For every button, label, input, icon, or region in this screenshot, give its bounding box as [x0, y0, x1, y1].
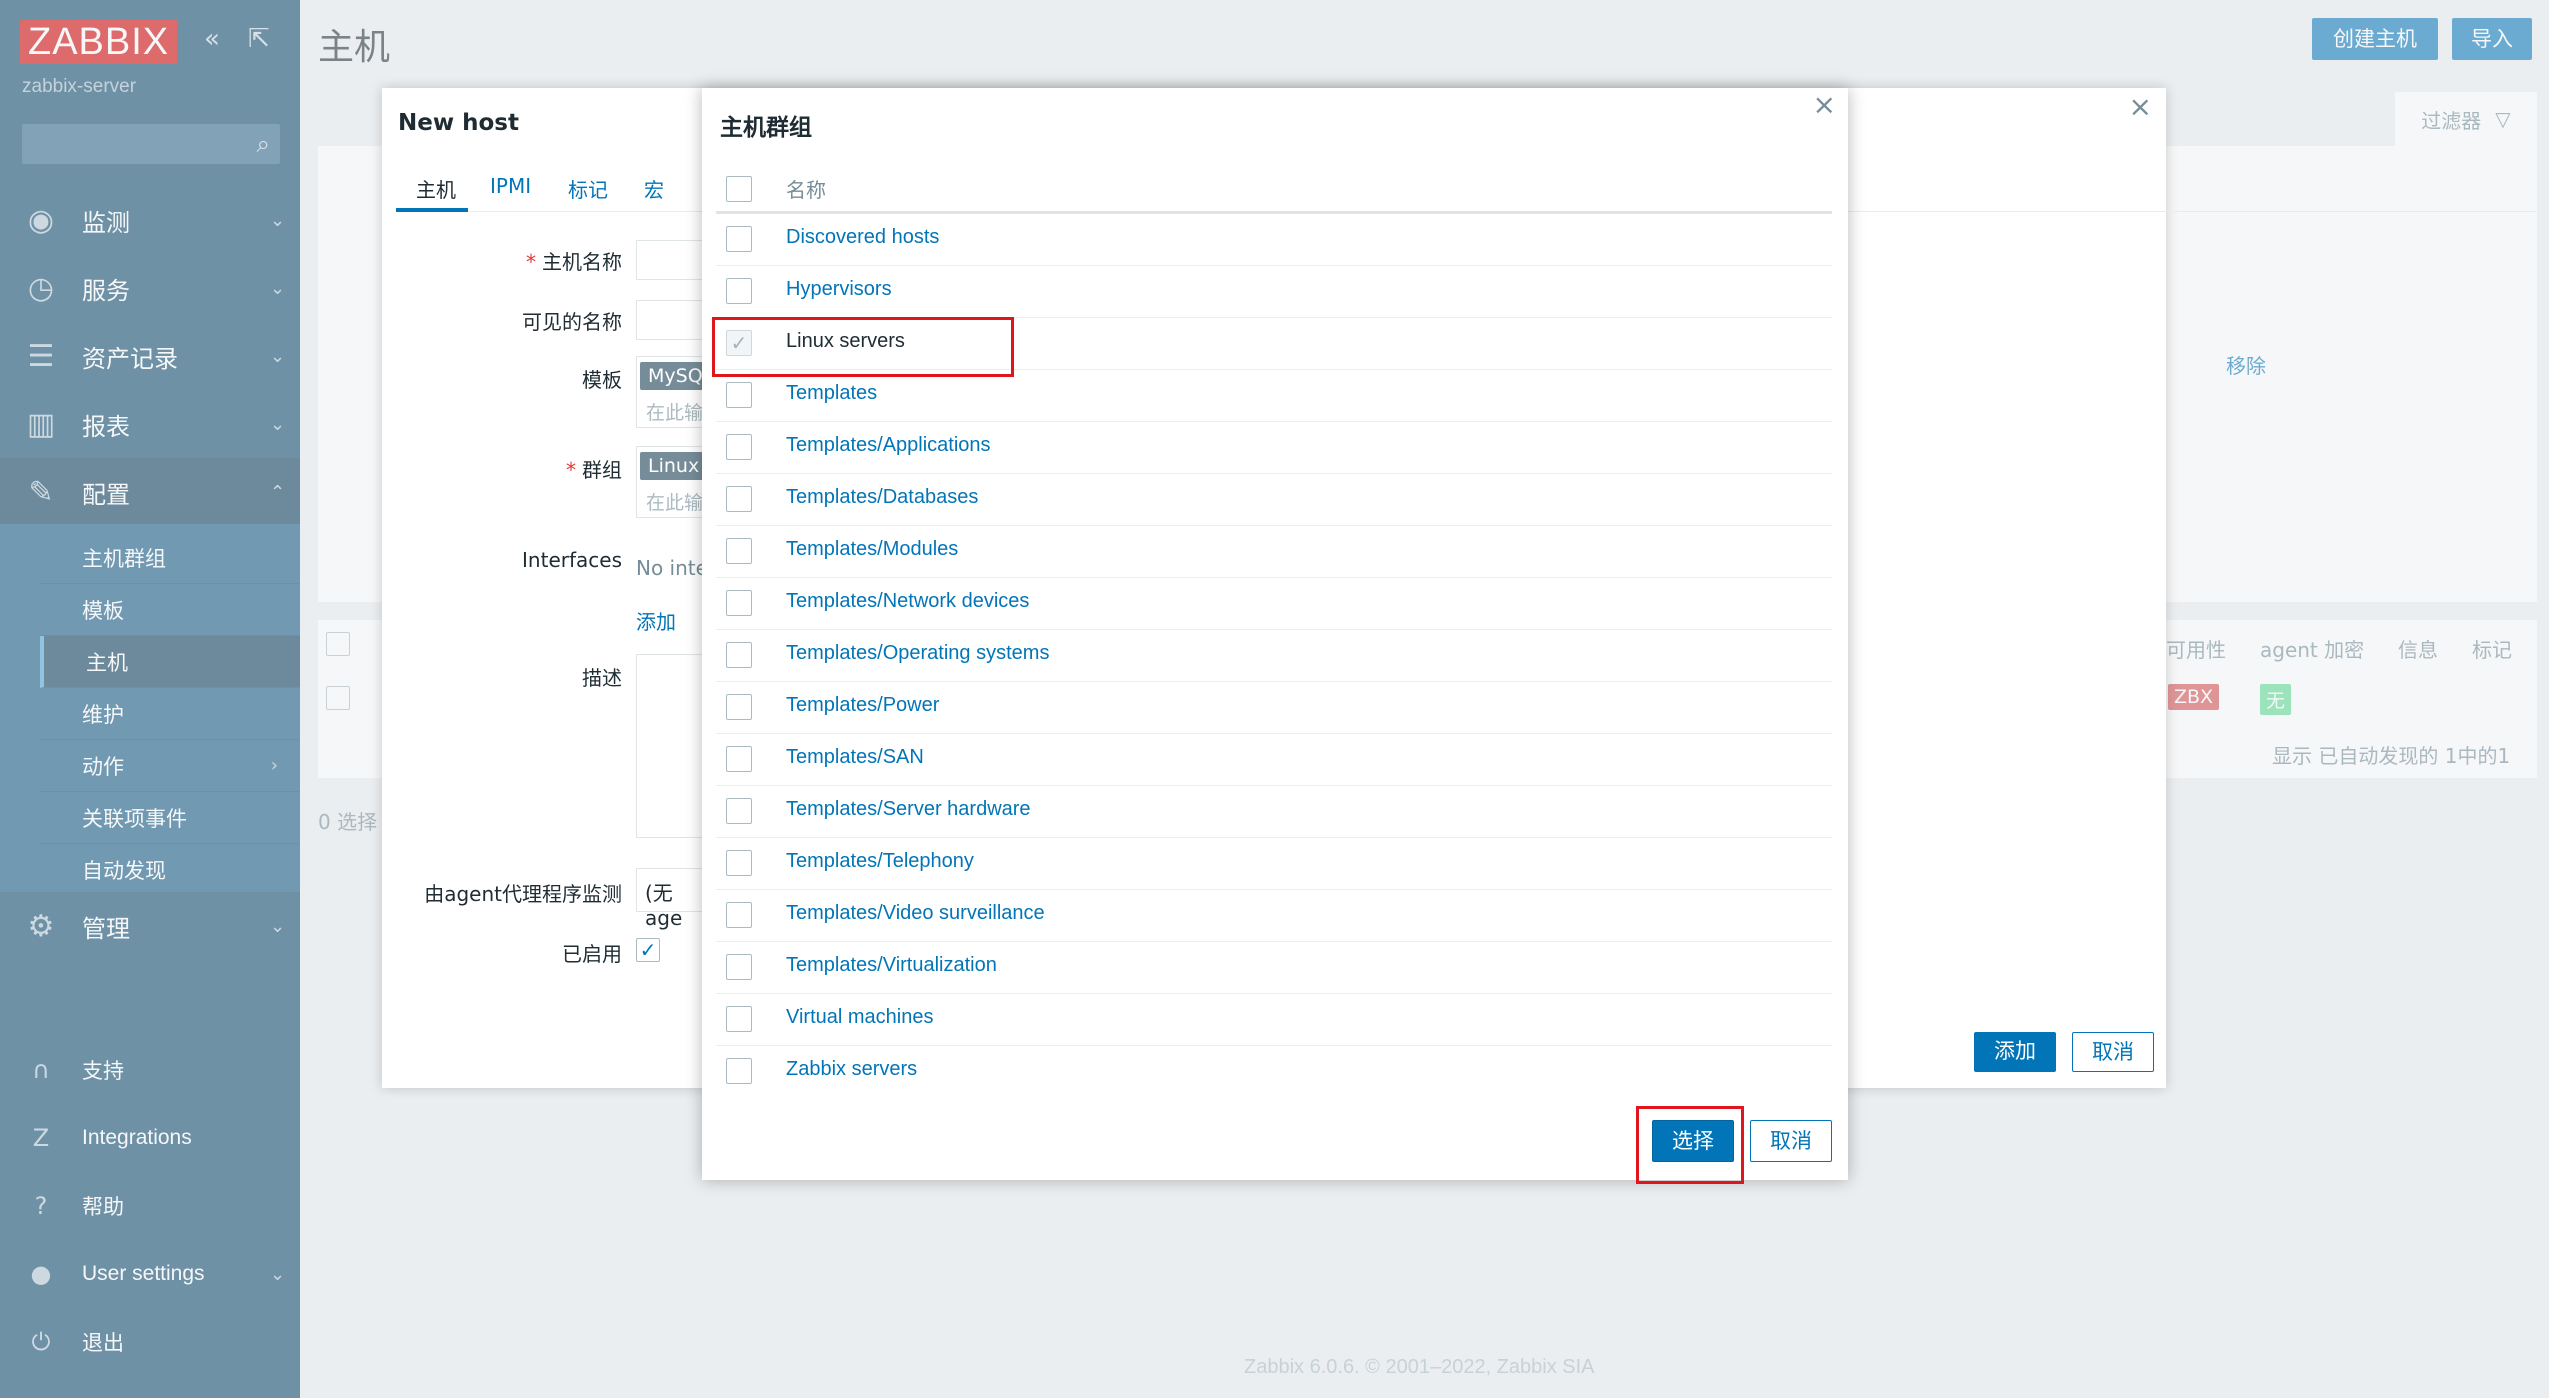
group-row[interactable]: Templates/Applications: [716, 422, 1832, 474]
group-name-link[interactable]: Hypervisors: [786, 278, 892, 301]
add-button[interactable]: 添加: [1974, 1032, 2056, 1072]
group-row[interactable]: Virtual machines: [716, 994, 1832, 1046]
templates-label: 模板: [582, 368, 622, 392]
column-name[interactable]: 名称: [786, 174, 826, 203]
group-name-link[interactable]: Templates/Video surveillance: [786, 902, 1045, 925]
enabled-checkbox[interactable]: ✓: [636, 938, 660, 962]
row-checkbox[interactable]: [726, 486, 752, 512]
group-name-link[interactable]: Templates/Virtualization: [786, 954, 997, 977]
groups-placeholder: 在此输: [646, 492, 704, 514]
group-row[interactable]: Templates/Server hardware: [716, 786, 1832, 838]
group-row[interactable]: Templates/Databases: [716, 474, 1832, 526]
group-name-link[interactable]: Templates/SAN: [786, 746, 924, 769]
group-row[interactable]: Templates/Operating systems: [716, 630, 1832, 682]
group-name-link[interactable]: Discovered hosts: [786, 226, 939, 249]
label-text: 群组: [582, 458, 622, 482]
group-row[interactable]: Templates/Modules: [716, 526, 1832, 578]
description-label: 描述: [582, 666, 622, 690]
host-groups-dialog: 主机群组 × 名称 Discovered hosts Hypervisors ✓…: [702, 88, 1848, 1180]
required-mark: *: [566, 458, 576, 482]
row-checkbox[interactable]: [726, 590, 752, 616]
template-chip[interactable]: MySQ: [640, 362, 711, 390]
dialog-title: 主机群组: [720, 115, 812, 141]
group-name-link[interactable]: Virtual machines: [786, 1006, 933, 1029]
group-row[interactable]: Templates/Virtualization: [716, 942, 1832, 994]
group-name-link[interactable]: Templates/Applications: [786, 434, 991, 457]
cancel-button[interactable]: 取消: [1750, 1120, 1832, 1162]
cancel-button[interactable]: 取消: [2072, 1032, 2154, 1072]
row-checkbox[interactable]: [726, 850, 752, 876]
group-row[interactable]: Hypervisors: [716, 266, 1832, 318]
row-checkbox[interactable]: [726, 278, 752, 304]
group-chip[interactable]: Linux: [640, 452, 708, 480]
tab-macros[interactable]: 宏: [644, 174, 664, 203]
annotation-highlight-select-button: [1636, 1106, 1744, 1184]
add-interface-link[interactable]: 添加: [636, 606, 676, 635]
group-row[interactable]: Templates/SAN: [716, 734, 1832, 786]
templates-placeholder: 在此输: [646, 402, 704, 424]
enabled-label: 已启用: [562, 942, 622, 966]
group-row[interactable]: Templates: [716, 370, 1832, 422]
interfaces-empty-text: No inte: [636, 556, 708, 580]
group-row[interactable]: Discovered hosts: [716, 214, 1832, 266]
row-checkbox[interactable]: [726, 798, 752, 824]
group-row[interactable]: Templates/Video surveillance: [716, 890, 1832, 942]
row-checkbox[interactable]: [726, 694, 752, 720]
host-name-label: * 主机名称: [382, 246, 622, 275]
row-checkbox[interactable]: [726, 382, 752, 408]
row-checkbox[interactable]: [726, 1058, 752, 1084]
visible-name-label: 可见的名称: [522, 310, 622, 334]
close-icon[interactable]: ×: [2129, 90, 2152, 123]
row-checkbox[interactable]: [726, 902, 752, 928]
row-checkbox[interactable]: [726, 226, 752, 252]
group-name-link[interactable]: Templates/Modules: [786, 538, 958, 561]
active-tab-indicator: [396, 208, 468, 212]
row-checkbox[interactable]: [726, 1006, 752, 1032]
row-checkbox[interactable]: [726, 538, 752, 564]
group-name-link[interactable]: Templates/Operating systems: [786, 642, 1049, 665]
proxy-label: 由agent代理程序监测: [424, 882, 622, 906]
group-name-link[interactable]: Templates/Server hardware: [786, 798, 1031, 821]
interfaces-label: Interfaces: [522, 548, 622, 572]
dialog-title: New host: [398, 110, 519, 136]
row-checkbox[interactable]: [726, 642, 752, 668]
group-name-link[interactable]: Zabbix servers: [786, 1058, 917, 1081]
tab-tags[interactable]: 标记: [568, 174, 608, 203]
groups-table-header: 名称: [716, 166, 1832, 214]
required-mark: *: [526, 250, 536, 274]
label-text: 主机名称: [542, 250, 622, 274]
tab-host[interactable]: 主机: [416, 174, 456, 203]
select-all-checkbox[interactable]: [726, 176, 752, 202]
group-row[interactable]: Templates/Telephony: [716, 838, 1832, 890]
group-name-link[interactable]: Templates: [786, 382, 877, 405]
annotation-highlight-linux-servers: [712, 317, 1014, 377]
group-name-link[interactable]: Templates/Network devices: [786, 590, 1029, 613]
group-row[interactable]: Templates/Network devices: [716, 578, 1832, 630]
tab-ipmi[interactable]: IPMI: [490, 174, 531, 198]
group-name-link[interactable]: Templates/Power: [786, 694, 939, 717]
group-name-link[interactable]: Templates/Telephony: [786, 850, 974, 873]
row-checkbox[interactable]: [726, 954, 752, 980]
group-row[interactable]: Zabbix servers: [716, 1046, 1832, 1098]
group-name-link[interactable]: Templates/Databases: [786, 486, 978, 509]
groups-label: * 群组: [382, 454, 622, 483]
close-icon[interactable]: ×: [1813, 88, 1836, 121]
row-checkbox[interactable]: [726, 434, 752, 460]
row-checkbox[interactable]: [726, 746, 752, 772]
group-row[interactable]: Templates/Power: [716, 682, 1832, 734]
